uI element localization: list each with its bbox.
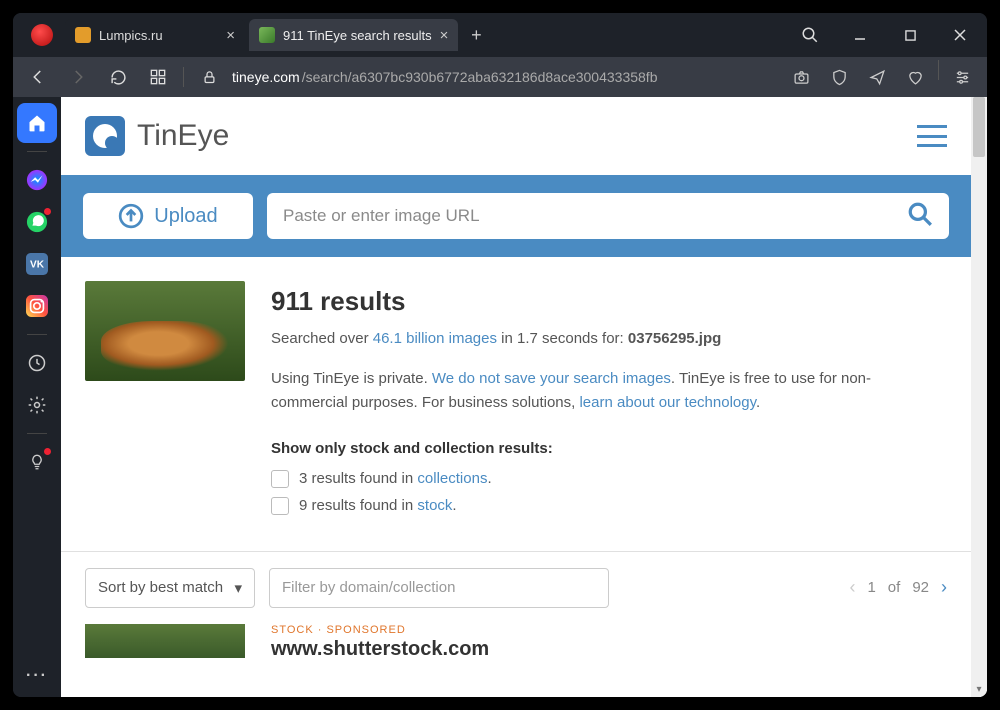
- heart-icon[interactable]: [898, 60, 932, 94]
- opera-logo-icon[interactable]: [31, 24, 53, 46]
- tab-title: 911 TinEye search results: [283, 28, 432, 43]
- tab-tineye[interactable]: 911 TinEye search results ×: [249, 19, 458, 51]
- filter-input[interactable]: Filter by domain/collection: [269, 568, 609, 608]
- favicon-icon: [75, 27, 91, 43]
- sidebar-hint-icon[interactable]: [17, 442, 57, 482]
- stock-label: 9 results found in stock.: [299, 494, 457, 518]
- page-content: TinEye Upload 911 resu: [61, 97, 987, 697]
- collections-link[interactable]: collections: [417, 470, 487, 487]
- close-button[interactable]: [937, 13, 983, 57]
- easy-setup-icon[interactable]: [945, 60, 979, 94]
- titlebar: Lumpics.ru × 911 TinEye search results ×…: [13, 13, 987, 57]
- result-domain[interactable]: www.shutterstock.com: [271, 638, 489, 661]
- tab-lumpics[interactable]: Lumpics.ru ×: [65, 19, 245, 51]
- url-input[interactable]: [283, 206, 907, 226]
- close-icon[interactable]: ×: [226, 28, 235, 43]
- new-tab-button[interactable]: +: [462, 21, 490, 49]
- prev-page-button[interactable]: ‹: [849, 577, 855, 598]
- favicon-icon: [259, 27, 275, 43]
- upload-label: Upload: [154, 205, 217, 228]
- close-icon[interactable]: ×: [440, 28, 449, 43]
- search-bar: Upload: [61, 175, 971, 257]
- sidebar-messenger-icon[interactable]: [17, 160, 57, 200]
- sidebar-vk-icon[interactable]: VK: [17, 244, 57, 284]
- privacy-link[interactable]: We do not save your search images: [432, 370, 671, 387]
- sidebar-settings-icon[interactable]: [17, 385, 57, 425]
- site-name: TinEye: [137, 119, 229, 153]
- address-bar: tineye.com/search/a6307bc930b6772aba6321…: [13, 57, 987, 97]
- url-input-wrapper: [267, 193, 949, 239]
- filter-placeholder: Filter by domain/collection: [282, 579, 455, 596]
- shield-icon[interactable]: [822, 60, 856, 94]
- collections-checkbox[interactable]: [271, 470, 289, 488]
- sort-select[interactable]: Sort by best match ▾: [85, 568, 255, 608]
- scroll-down-icon[interactable]: ▾: [971, 681, 987, 697]
- results-heading: 911 results: [271, 281, 947, 323]
- tab-title: Lumpics.ru: [99, 28, 218, 43]
- chevron-down-icon: ▾: [224, 579, 242, 597]
- privacy-text: Using TinEye is private. We do not save …: [271, 367, 947, 415]
- technology-link[interactable]: learn about our technology: [579, 394, 756, 411]
- send-icon[interactable]: [860, 60, 894, 94]
- page-total: 92: [912, 579, 929, 596]
- svg-text:VK: VK: [30, 260, 45, 271]
- index-size-link[interactable]: 46.1 billion images: [373, 330, 497, 347]
- scrollbar[interactable]: ▾: [971, 97, 987, 697]
- scrollbar-thumb[interactable]: [973, 97, 985, 157]
- sidebar-history-icon[interactable]: [17, 343, 57, 383]
- sidebar-home-icon[interactable]: [17, 103, 57, 143]
- next-page-button[interactable]: ›: [941, 577, 947, 598]
- lock-icon[interactable]: [192, 60, 226, 94]
- tineye-logo-icon[interactable]: [85, 116, 125, 156]
- back-button[interactable]: [21, 60, 55, 94]
- minimize-button[interactable]: [837, 13, 883, 57]
- stock-checkbox[interactable]: [271, 497, 289, 515]
- sponsored-tag: STOCK · SPONSORED: [271, 624, 489, 636]
- sidebar: VK ···: [13, 97, 61, 697]
- menu-icon[interactable]: [917, 125, 947, 147]
- maximize-button[interactable]: [887, 13, 933, 57]
- collections-label: 3 results found in collections.: [299, 467, 492, 491]
- speed-dial-icon[interactable]: [141, 60, 175, 94]
- snapshot-icon[interactable]: [784, 60, 818, 94]
- search-icon[interactable]: [907, 201, 933, 232]
- forward-button[interactable]: [61, 60, 95, 94]
- query-image-thumb[interactable]: [85, 281, 245, 381]
- result-thumb[interactable]: [85, 624, 245, 658]
- search-icon[interactable]: [787, 13, 833, 57]
- url-text[interactable]: tineye.com/search/a6307bc930b6772aba6321…: [232, 69, 778, 85]
- site-header: TinEye: [61, 97, 971, 175]
- stock-link[interactable]: stock: [417, 497, 452, 514]
- page-of: of: [888, 579, 901, 596]
- sort-value: Sort by best match: [98, 579, 223, 596]
- sidebar-whatsapp-icon[interactable]: [17, 202, 57, 242]
- upload-button[interactable]: Upload: [83, 193, 253, 239]
- pagination: ‹ 1 of 92 ›: [849, 577, 947, 598]
- sidebar-more-icon[interactable]: ···: [26, 667, 48, 685]
- searched-line: Searched over 46.1 billion images in 1.7…: [271, 327, 947, 351]
- page-current: 1: [867, 579, 875, 596]
- reload-button[interactable]: [101, 60, 135, 94]
- sidebar-instagram-icon[interactable]: [17, 286, 57, 326]
- show-only-heading: Show only stock and collection results:: [271, 437, 947, 461]
